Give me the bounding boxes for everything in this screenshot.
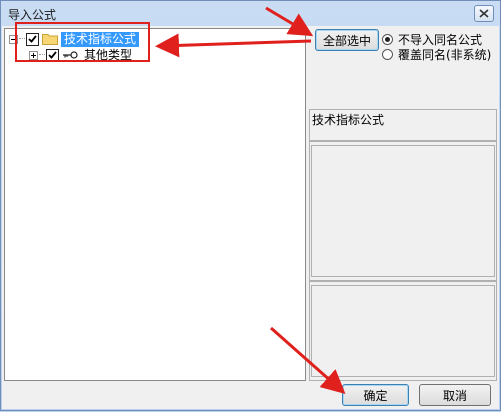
formula-category-box: 技术指标公式	[309, 109, 497, 141]
tree-node-child[interactable]: 其他类型	[29, 47, 135, 63]
tree-node-label[interactable]: 技术指标公式	[61, 31, 140, 47]
key-icon	[63, 51, 78, 59]
radio-button[interactable]	[382, 49, 393, 60]
select-all-button[interactable]: 全部选中	[315, 29, 379, 51]
close-button[interactable]	[474, 5, 494, 22]
radio-overwrite-duplicates[interactable]: 覆盖同名(非系统)	[382, 46, 491, 63]
formula-category-label: 技术指标公式	[312, 113, 385, 127]
checkmark-icon	[28, 35, 37, 43]
collapse-toggle[interactable]	[9, 34, 18, 44]
cancel-button[interactable]: 取消	[419, 384, 491, 406]
root-checkbox[interactable]	[26, 32, 39, 46]
close-icon	[479, 9, 489, 18]
window-title: 导入公式	[8, 8, 57, 22]
tree-node-label[interactable]: 其他类型	[81, 48, 135, 63]
folder-icon	[42, 34, 58, 45]
tree-connector	[39, 54, 45, 56]
child-checkbox[interactable]	[46, 48, 59, 62]
tree-node-root[interactable]: 技术指标公式	[9, 31, 140, 47]
ok-button[interactable]: 确定	[342, 384, 409, 406]
radio-label: 覆盖同名(非系统)	[398, 48, 492, 62]
dialog-client-area: 技术指标公式 其他类型 全部选中 不导入同名公式 覆盖同名(非系统) 技术指标公…	[2, 26, 499, 409]
checkmark-icon	[48, 51, 57, 59]
radio-button[interactable]	[382, 34, 393, 45]
expand-toggle[interactable]	[29, 50, 38, 60]
import-formula-dialog: 导入公式 技术指标公式 其他类型 全部选中 不导入同名公式 覆盖同名(非系统) …	[0, 0, 501, 411]
formula-detail-inner	[311, 145, 495, 277]
tree-connector	[19, 38, 25, 40]
formula-description-panel	[309, 281, 497, 381]
formula-detail-panel	[309, 141, 497, 281]
formula-description-inner	[311, 285, 495, 377]
formula-tree[interactable]: 技术指标公式 其他类型	[4, 28, 306, 381]
